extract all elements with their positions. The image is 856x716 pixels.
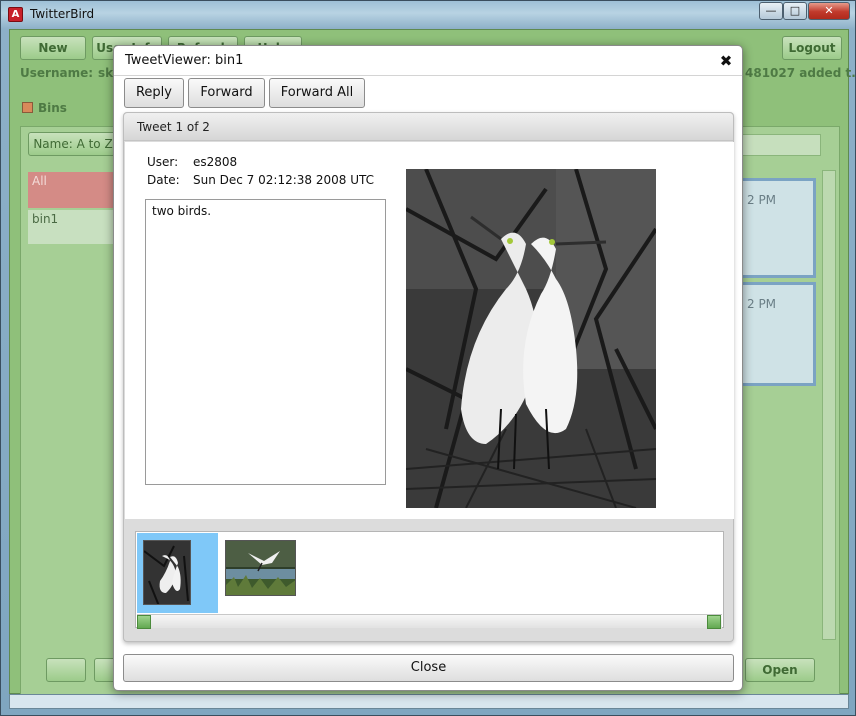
bins-label: Bins [38, 101, 67, 115]
maximize-icon[interactable]: □ [783, 2, 807, 20]
app-status-bar [9, 694, 849, 709]
tweet-counter: Tweet 1 of 2 [137, 120, 210, 134]
bin-item-bin1-label: bin1 [32, 212, 59, 226]
bin-item-all[interactable]: All [28, 172, 114, 208]
user-label: User: [147, 155, 179, 169]
thumbnail-strip [135, 531, 724, 629]
bins-icon [22, 102, 33, 113]
scroll-right-icon[interactable] [707, 615, 721, 629]
tweet-card[interactable]: 2 PM [740, 282, 816, 386]
tweet-panel: Tweet 1 of 2 User: es2808 Date: Sun Dec … [123, 112, 734, 642]
username-value: sk [98, 66, 114, 80]
bins-scrollbar[interactable] [822, 170, 836, 640]
tweet-header: Tweet 1 of 2 [124, 113, 733, 141]
tweet-card-time: 2 PM [747, 193, 777, 207]
tweet-card[interactable]: 2 PM [740, 178, 816, 278]
thumbnail-2[interactable] [225, 540, 296, 596]
status-fragment: 481027 added t... [745, 66, 856, 80]
username-label: Username: [20, 66, 94, 80]
date-value: Sun Dec 7 02:12:38 2008 UTC [193, 173, 374, 187]
new-button-label: New [38, 41, 68, 55]
new-button[interactable]: New [20, 36, 86, 60]
bin-item-bin1[interactable]: bin1 [28, 210, 114, 244]
close-button[interactable]: Close [123, 654, 734, 682]
date-label: Date: [147, 173, 180, 187]
tweet-photo [406, 169, 656, 508]
tweet-text: two birds. [152, 204, 212, 218]
close-x-icon[interactable]: ✖ [717, 52, 735, 70]
tweet-viewer-dialog: TweetViewer: bin1 ✖ Reply Forward Forwar… [113, 45, 743, 691]
minimize-icon[interactable]: — [759, 2, 783, 20]
tweet-text-area[interactable]: two birds. [145, 199, 386, 485]
close-icon[interactable]: ✕ [808, 2, 850, 20]
user-value[interactable]: es2808 [193, 155, 237, 169]
tweet-content: User: es2808 Date: Sun Dec 7 02:12:38 20… [125, 142, 734, 519]
scroll-left-icon[interactable] [137, 615, 151, 629]
dialog-title: TweetViewer: bin1 [125, 53, 244, 68]
bin-add-button[interactable] [46, 658, 86, 682]
bin-item-all-label: All [32, 174, 47, 188]
logout-label: Logout [788, 41, 836, 55]
egrets-image [406, 169, 656, 508]
thumbnail-1[interactable] [143, 540, 191, 605]
search-input[interactable] [735, 134, 821, 156]
sort-label: Name: A to Z [33, 137, 113, 151]
egrets-thumbnail [144, 541, 190, 604]
forward-all-button[interactable]: Forward All [269, 78, 365, 108]
forward-button[interactable]: Forward [188, 78, 265, 108]
window-title: TwitterBird [30, 7, 95, 21]
dialog-divider [114, 75, 742, 76]
logout-button[interactable]: Logout [782, 36, 842, 60]
os-titlebar[interactable]: A TwitterBird — □ ✕ [1, 1, 855, 29]
sort-select[interactable]: Name: A to Z [28, 132, 118, 156]
reply-button[interactable]: Reply [124, 78, 184, 108]
thumbnail-scrollbar[interactable] [137, 614, 722, 629]
tweet-card-time: 2 PM [747, 297, 777, 311]
open-label: Open [762, 663, 798, 677]
open-button[interactable]: Open [745, 658, 815, 682]
birds-in-flight-thumbnail [226, 541, 295, 595]
adobe-air-icon: A [8, 7, 23, 22]
